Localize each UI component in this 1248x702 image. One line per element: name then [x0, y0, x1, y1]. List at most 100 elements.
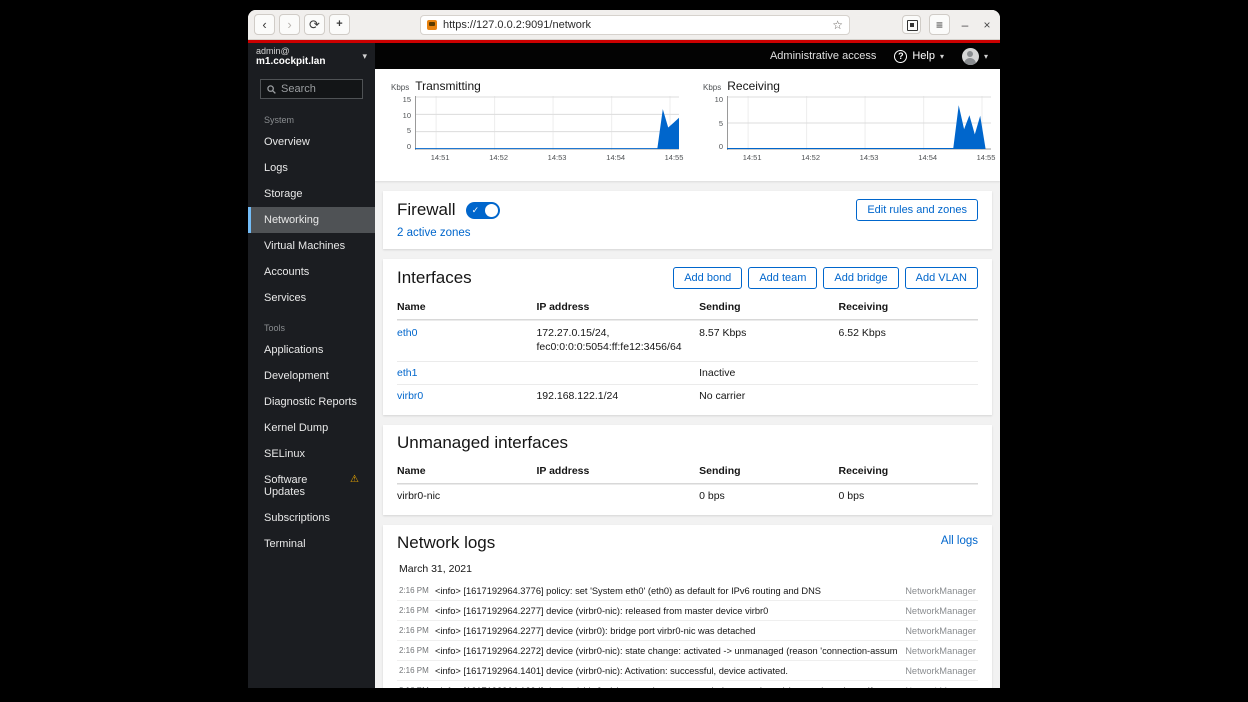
help-menu[interactable]: ? Help ▾	[894, 50, 944, 63]
browser-downloads-icon[interactable]	[902, 15, 921, 34]
log-row[interactable]: 2:16 PM <info> [1617192964.1394] device …	[397, 681, 978, 688]
interface-link-eth1[interactable]: eth1	[397, 367, 417, 379]
sidebar-item-terminal[interactable]: Terminal	[248, 531, 375, 557]
log-message: <info> [1617192964.3776] policy: set 'Sy…	[435, 586, 897, 596]
interface-link-virbr0[interactable]: virbr0	[397, 390, 423, 402]
interface-link-eth0[interactable]: eth0	[397, 327, 417, 339]
help-icon: ?	[894, 50, 907, 63]
sidebar-item-diagnostic-reports[interactable]: Diagnostic Reports	[248, 389, 375, 415]
table-row: eth1 Inactive	[397, 361, 978, 384]
chart-unit-label: Kbps	[391, 83, 409, 92]
admin-access-label[interactable]: Administrative access	[770, 50, 876, 62]
toggle-knob	[485, 204, 498, 217]
log-time: 2:16 PM	[399, 626, 435, 635]
browser-address-bar[interactable]: https://127.0.0.2:9091/network ☆	[420, 15, 850, 35]
sidebar-item-software-updates[interactable]: ⚠ Software Updates	[248, 467, 375, 505]
edit-rules-zones-button[interactable]: Edit rules and zones	[856, 199, 978, 221]
host-switcher[interactable]: admin@ m1.cockpit.lan ▾	[248, 43, 375, 69]
log-service: NetworkManager	[905, 606, 976, 616]
column-header-receiving: Receiving	[839, 464, 978, 478]
log-row[interactable]: 2:16 PM <info> [1617192964.2277] device …	[397, 601, 978, 621]
traffic-charts-card: Kbps Transmitting 151050 14:5114:5214:53…	[375, 69, 1000, 181]
nav-section-system: System	[248, 103, 375, 129]
avatar	[962, 48, 979, 65]
sidebar-item-services[interactable]: Services	[248, 285, 375, 311]
masthead: admin@ m1.cockpit.lan ▾ Administrative a…	[248, 43, 1000, 69]
interfaces-actions: Add bond Add team Add bridge Add VLAN	[673, 267, 978, 289]
nav-section-tools: Tools	[248, 311, 375, 337]
receiving-cell: 6.52 Kbps	[839, 326, 978, 340]
sidebar-item-development[interactable]: Development	[248, 363, 375, 389]
sidebar-item-applications[interactable]: Applications	[248, 337, 375, 363]
log-time: 2:16 PM	[399, 686, 435, 688]
column-header-ip: IP address	[536, 464, 699, 478]
add-bond-button[interactable]: Add bond	[673, 267, 742, 289]
table-header-row: Name IP address Sending Receiving	[397, 459, 978, 484]
column-header-receiving: Receiving	[839, 300, 978, 314]
firewall-toggle[interactable]: ✓	[466, 202, 500, 219]
log-service: NetworkManager	[905, 666, 976, 676]
log-service: NetworkManager	[905, 626, 976, 636]
sidebar-item-accounts[interactable]: Accounts	[248, 259, 375, 285]
chart-title: Receiving	[727, 79, 780, 93]
sidebar-item-virtual-machines[interactable]: Virtual Machines	[248, 233, 375, 259]
browser-back-button[interactable]: ‹	[254, 14, 275, 35]
sidebar-item-storage[interactable]: Storage	[248, 181, 375, 207]
sending-cell: 0 bps	[699, 489, 838, 503]
window-close-button[interactable]: ×	[980, 18, 994, 32]
sidebar-item-subscriptions[interactable]: Subscriptions	[248, 505, 375, 531]
log-row[interactable]: 2:16 PM <info> [1617192964.3776] policy:…	[397, 581, 978, 601]
sidebar-item-selinux[interactable]: SELinux	[248, 441, 375, 467]
sidebar-item-networking[interactable]: Networking	[248, 207, 375, 233]
log-row[interactable]: 2:16 PM <info> [1617192964.1401] device …	[397, 661, 978, 681]
browser-menu-button[interactable]: ≡	[929, 14, 950, 35]
site-security-icon[interactable]	[427, 20, 437, 30]
y-axis-labels: 151050	[391, 96, 415, 150]
interface-name: virbr0-nic	[397, 489, 536, 503]
y-axis-labels: 1050	[703, 96, 727, 150]
log-message: <info> [1617192964.2277] device (virbr0)…	[435, 626, 897, 636]
chart-title: Transmitting	[415, 79, 481, 93]
log-row[interactable]: 2:16 PM <info> [1617192964.2272] device …	[397, 641, 978, 661]
column-header-name: Name	[397, 300, 536, 314]
receiving-chart: Kbps Receiving 1050 14:5114:5214:5314:54…	[703, 79, 999, 181]
log-service: NetworkManager	[905, 586, 976, 596]
chevron-down-icon: ▾	[984, 52, 988, 61]
bookmark-star-icon[interactable]: ☆	[832, 18, 843, 32]
search-input[interactable]: Search	[260, 79, 363, 99]
column-header-ip: IP address	[536, 300, 699, 314]
window-minimize-button[interactable]: –	[958, 18, 972, 32]
host-labels: admin@ m1.cockpit.lan	[256, 46, 362, 67]
log-message: <info> [1617192964.1401] device (virbr0-…	[435, 666, 897, 676]
browser-reload-button[interactable]: ⟳	[304, 14, 325, 35]
sidebar-item-logs[interactable]: Logs	[248, 155, 375, 181]
user-menu[interactable]: ▾	[962, 48, 988, 65]
warning-icon: ⚠	[350, 474, 359, 485]
log-row[interactable]: 2:16 PM <info> [1617192964.2277] device …	[397, 621, 978, 641]
sidebar-item-kernel-dump[interactable]: Kernel Dump	[248, 415, 375, 441]
main-content: Kbps Transmitting 151050 14:5114:5214:53…	[375, 69, 1000, 688]
transmitting-chart: Kbps Transmitting 151050 14:5114:5214:53…	[391, 79, 687, 181]
log-time: 2:16 PM	[399, 606, 435, 615]
sidebar-item-overview[interactable]: Overview	[248, 129, 375, 155]
table-row: virbr0-nic 0 bps 0 bps	[397, 484, 978, 507]
sidebar-item-label: Software Updates	[264, 474, 307, 498]
sidebar: Search System Overview Logs Storage Netw…	[248, 69, 375, 688]
log-date: March 31, 2021	[399, 563, 978, 575]
unmanaged-table: Name IP address Sending Receiving virbr0…	[397, 459, 978, 507]
masthead-right: Administrative access ? Help ▾ ▾	[375, 43, 1000, 69]
add-vlan-button[interactable]: Add VLAN	[905, 267, 978, 289]
table-row: eth0 172.27.0.15/24, fec0:0:0:0:5054:ff:…	[397, 320, 978, 361]
all-logs-link[interactable]: All logs	[941, 535, 978, 547]
browser-new-tab-button[interactable]: +	[329, 14, 350, 35]
browser-forward-button[interactable]: ›	[279, 14, 300, 35]
browser-window: ‹ › ⟳ + https://127.0.0.2:9091/network ☆…	[248, 10, 1000, 688]
add-team-button[interactable]: Add team	[748, 267, 817, 289]
log-message: <info> [1617192964.1394] device (virbr0-…	[435, 686, 897, 689]
receiving-cell: 0 bps	[839, 489, 978, 503]
column-header-name: Name	[397, 464, 536, 478]
log-message: <info> [1617192964.2272] device (virbr0-…	[435, 646, 897, 656]
add-bridge-button[interactable]: Add bridge	[823, 267, 898, 289]
ip-line: fec0:0:0:0:5054:ff:fe12:3456/64	[536, 340, 699, 354]
active-zones-link[interactable]: 2 active zones	[397, 227, 471, 239]
